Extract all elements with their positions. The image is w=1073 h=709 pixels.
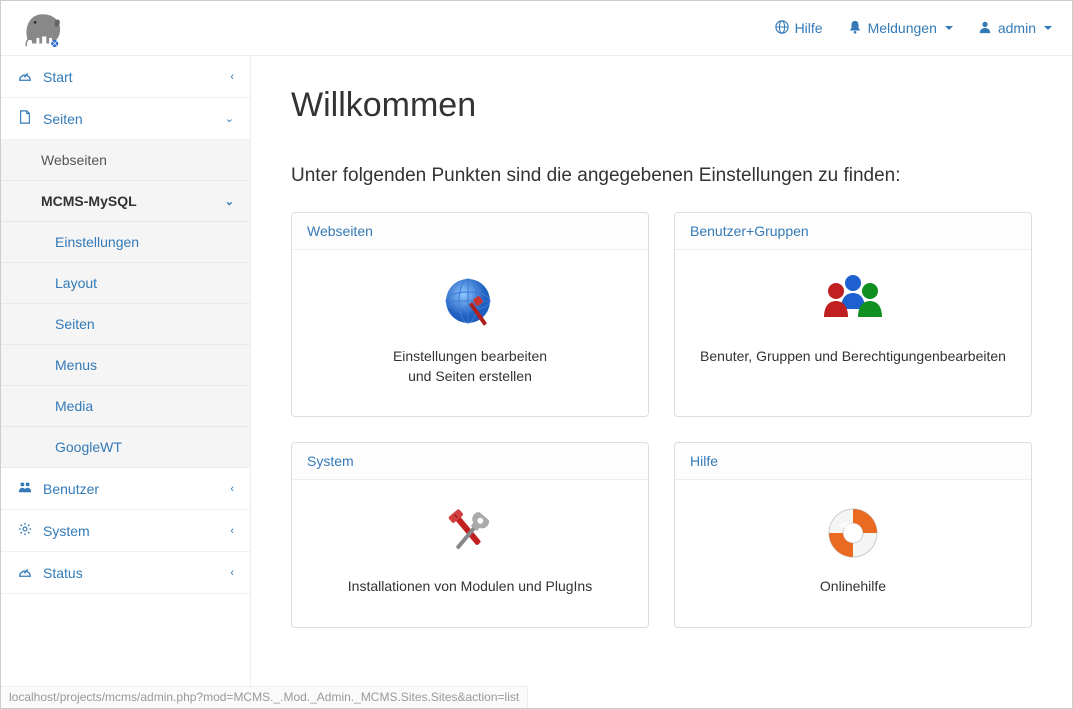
sidebar-label: Benutzer [43, 481, 99, 497]
dashboard-icon [17, 564, 33, 581]
lifebuoy-icon [690, 500, 1016, 565]
card-desc: Onlinehilfe [690, 577, 1016, 597]
chevron-left-icon: ‹ [230, 71, 234, 83]
globe-icon [775, 20, 789, 37]
page-title: Willkommen [291, 86, 1032, 125]
dashboard-icon [17, 68, 33, 85]
sidebar-label: Seiten [43, 111, 83, 127]
tools-icon [307, 500, 633, 565]
logo-mammoth [21, 8, 66, 48]
card-hilfe[interactable]: Hilfe Onlinehilfe [674, 442, 1032, 628]
chevron-left-icon: ‹ [230, 483, 234, 495]
sidebar-label: GoogleWT [55, 439, 122, 455]
sidebar-label: Seiten [55, 316, 95, 332]
bell-icon [848, 20, 862, 37]
users-icon [17, 480, 33, 497]
card-desc: Installationen von Modulen und PlugIns [307, 577, 633, 597]
content: Willkommen Unter folgenden Punkten sind … [251, 56, 1072, 686]
sidebar-item-benutzer[interactable]: Benutzer ‹ [1, 468, 250, 510]
card-desc-line2: und Seiten erstellen [307, 367, 633, 387]
sidebar-label: Media [55, 398, 93, 414]
sidebar-item-einstellungen[interactable]: Einstellungen [1, 222, 250, 263]
sidebar-item-start[interactable]: Start ‹ [1, 56, 250, 98]
sidebar-label: Start [43, 69, 73, 85]
sidebar-item-googlewt[interactable]: GoogleWT [1, 427, 250, 468]
nav-notifications[interactable]: Meldungen [848, 20, 953, 37]
card-header: System [292, 443, 648, 480]
card-webseiten[interactable]: Webseiten [291, 212, 649, 417]
sidebar-label: Layout [55, 275, 97, 291]
nav-user[interactable]: admin [978, 20, 1052, 37]
sidebar-item-seiten[interactable]: Seiten ⌄ [1, 98, 250, 140]
sidebar-item-seiten-sub[interactable]: Seiten [1, 304, 250, 345]
chevron-down-icon: ⌄ [225, 195, 234, 208]
chevron-left-icon: ‹ [230, 525, 234, 537]
sidebar-label: Einstellungen [55, 234, 139, 250]
user-icon [978, 20, 992, 37]
nav-notifications-label: Meldungen [868, 20, 937, 36]
chevron-down-icon [1044, 26, 1052, 30]
chevron-down-icon [945, 26, 953, 30]
globe-tools-icon [307, 270, 633, 335]
gear-icon [17, 522, 33, 539]
file-icon [17, 110, 33, 127]
sidebar: Start ‹ Seiten ⌄ Webseiten MCMS-MySQL ⌄ … [1, 56, 251, 686]
card-benutzer[interactable]: Benutzer+Gruppen Benuter, Gruppen und Be… [674, 212, 1032, 417]
card-header: Benutzer+Gruppen [675, 213, 1031, 250]
card-desc-line1: Einstellungen bearbeiten [307, 347, 633, 367]
sidebar-label: System [43, 523, 90, 539]
nav-help-label: Hilfe [795, 20, 823, 36]
sidebar-item-layout[interactable]: Layout [1, 263, 250, 304]
nav-help[interactable]: Hilfe [775, 20, 823, 37]
card-desc: Benuter, Gruppen und Berechtigungenbearb… [690, 347, 1016, 367]
sidebar-label: Status [43, 565, 83, 581]
sidebar-item-status[interactable]: Status ‹ [1, 552, 250, 594]
sidebar-item-webseiten[interactable]: Webseiten [1, 140, 250, 181]
sidebar-label: Menus [55, 357, 97, 373]
sidebar-item-menus[interactable]: Menus [1, 345, 250, 386]
sidebar-item-mcms-mysql[interactable]: MCMS-MySQL ⌄ [1, 181, 250, 222]
sidebar-item-media[interactable]: Media [1, 386, 250, 427]
chevron-down-icon: ⌄ [225, 112, 234, 125]
card-header: Hilfe [675, 443, 1031, 480]
nav-user-label: admin [998, 20, 1036, 36]
sidebar-item-system[interactable]: System ‹ [1, 510, 250, 552]
chevron-left-icon: ‹ [230, 567, 234, 579]
card-system[interactable]: System [291, 442, 649, 628]
page-subtitle: Unter folgenden Punkten sind die angegeb… [291, 165, 1032, 187]
sidebar-label: Webseiten [41, 152, 107, 168]
navbar: Hilfe Meldungen admin [1, 1, 1072, 56]
sidebar-label: MCMS-MySQL [41, 193, 137, 209]
users-group-icon [690, 270, 1016, 335]
card-header: Webseiten [292, 213, 648, 250]
statusbar: localhost/projects/mcms/admin.php?mod=MC… [1, 686, 528, 708]
